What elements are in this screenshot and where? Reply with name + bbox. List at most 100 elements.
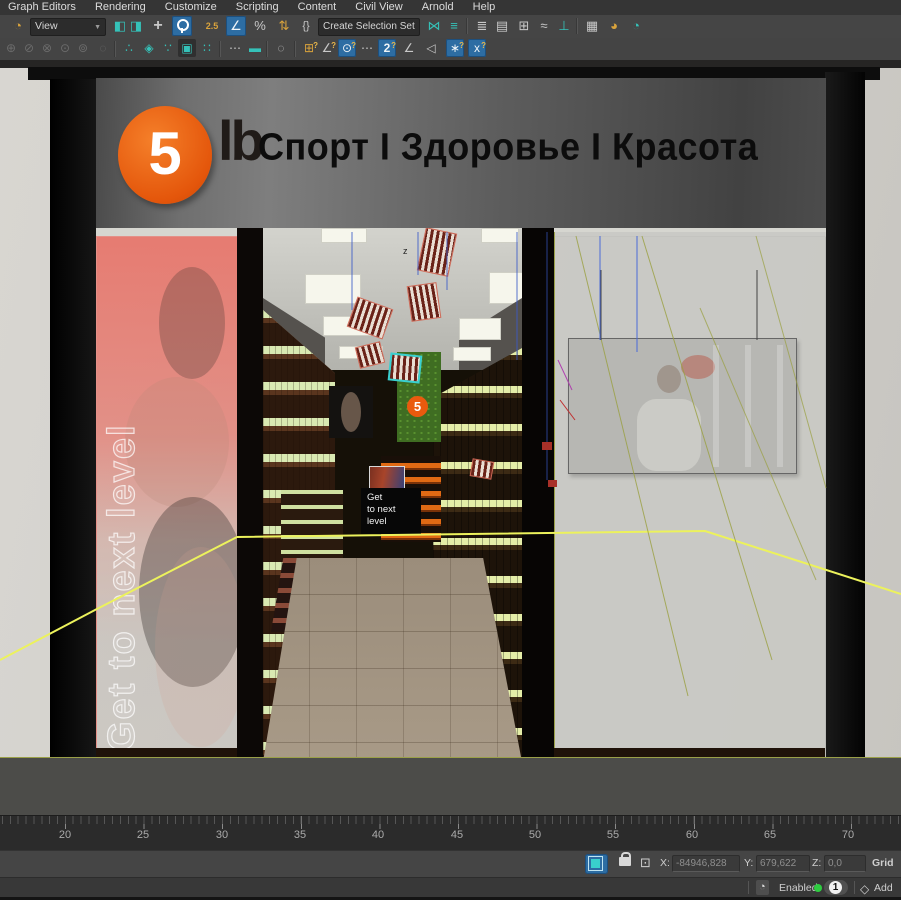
- two-point-snap-icon[interactable]: ⋯: [358, 39, 376, 57]
- gizmo-toggle-icon[interactable]: ◈: [140, 39, 158, 57]
- menu-help[interactable]: Help: [465, 0, 504, 15]
- scene-explorer-icon[interactable]: ▤: [492, 16, 512, 36]
- interior-floor: [263, 558, 522, 757]
- transform-gizmo-icon[interactable]: ⊡: [640, 855, 651, 871]
- menu-graph-editors[interactable]: Graph Editors: [0, 0, 84, 15]
- render-sphere-icon[interactable]: ◔: [756, 880, 769, 895]
- disabled-tool-icon-2[interactable]: ⊘: [20, 39, 38, 57]
- poster-figure-head: [159, 267, 225, 379]
- snap-2d-icon[interactable]: 2?: [378, 39, 396, 57]
- curve-editor-icon[interactable]: ⊞: [514, 16, 534, 36]
- timeline-tick-label: 50: [520, 829, 550, 841]
- interior-poster: [329, 386, 373, 438]
- align-icon[interactable]: ≡: [444, 16, 464, 36]
- menu-arnold[interactable]: Arnold: [414, 0, 462, 15]
- dashed-circle-icon[interactable]: ◌: [272, 39, 290, 57]
- y-coordinate-label: Y:: [744, 857, 753, 869]
- spinner-snap-icon[interactable]: ⇅: [274, 16, 294, 36]
- snap-points-icon[interactable]: ∴: [120, 39, 138, 57]
- snap-atom-icon[interactable]: ∷: [198, 39, 216, 57]
- selection-lock-icon[interactable]: [619, 857, 631, 866]
- select-and-move-icon[interactable]: +: [148, 16, 168, 36]
- ceiling-light: [321, 228, 367, 243]
- x-coordinate-field[interactable]: -84946,828: [672, 855, 740, 872]
- hanging-sign-box: [470, 458, 495, 480]
- sign-title-text: Спорт I Здоровье I Красота: [258, 125, 818, 170]
- toolbar-separator: [576, 18, 578, 34]
- percent-snap-icon[interactable]: %: [250, 16, 270, 36]
- hanging-tv-screen: [568, 338, 797, 474]
- sign-line: to next: [367, 504, 421, 516]
- reference-coordinate-dropdown[interactable]: View ▼: [30, 18, 106, 36]
- rendered-frame-window-icon[interactable]: ▦: [582, 16, 602, 36]
- timeline-tick-label: 20: [50, 829, 80, 841]
- mirror-icon[interactable]: ⋈: [424, 16, 444, 36]
- keyhole-icon: [177, 19, 189, 31]
- angle-measure-icon[interactable]: ∠: [400, 39, 418, 57]
- point-snap-icon[interactable]: ⊙?: [338, 39, 356, 57]
- get-to-next-level-sign: Get to next level: [361, 488, 421, 534]
- paint-select-icon[interactable]: ∵: [159, 39, 177, 57]
- scene-states-icon[interactable]: ◔: [8, 16, 28, 36]
- isolate-selection-button[interactable]: [585, 854, 608, 874]
- selected-hanging-sign-box[interactable]: [388, 352, 423, 383]
- disabled-tool-icon-3[interactable]: ⊗: [38, 39, 56, 57]
- count-badge[interactable]: 1: [824, 880, 848, 895]
- select-and-place-icon[interactable]: [172, 16, 192, 36]
- timeline-tick-label: 65: [755, 829, 785, 841]
- grid-dots-icon[interactable]: ⋯: [226, 39, 244, 57]
- menu-content[interactable]: Content: [290, 0, 345, 15]
- grid-snap-icon[interactable]: ⊞?: [300, 39, 318, 57]
- enabled-status-dot: [814, 884, 822, 892]
- angle-snap-icon[interactable]: ∠: [226, 16, 246, 36]
- cone-tool-icon[interactable]: ◁: [422, 39, 440, 57]
- doorway-right-frame: [522, 228, 554, 757]
- doorway-left-frame: [237, 228, 264, 757]
- left-window-poster: Get to next level: [96, 236, 239, 759]
- add-button[interactable]: Add: [874, 882, 893, 894]
- render-production-teapot-icon[interactable]: ◕: [604, 16, 624, 36]
- bar-tool-icon[interactable]: ▬: [246, 39, 264, 57]
- menu-rendering[interactable]: Rendering: [87, 0, 154, 15]
- named-selection-sets-icon[interactable]: {}: [296, 16, 316, 36]
- tv-figure-head: [657, 365, 681, 393]
- ceiling-light: [459, 318, 501, 340]
- disabled-tool-icon-6[interactable]: ◌: [94, 39, 112, 57]
- timeline-tick-label: 30: [207, 829, 237, 841]
- timeline-tick-label: 25: [128, 829, 158, 841]
- x-snap-icon[interactable]: x?: [468, 39, 486, 57]
- timeline-ruler[interactable]: 20 25 30 35 40 45 50 55 60 65 70: [0, 815, 901, 851]
- z-coordinate-field[interactable]: 0,0: [824, 855, 866, 872]
- store-interior: 5 Get to next level z: [263, 228, 522, 757]
- question-badge: ?: [351, 37, 356, 55]
- grid-label: Grid: [872, 857, 894, 869]
- selection-region-icon[interactable]: ▣: [178, 39, 196, 57]
- disabled-tool-icon-4[interactable]: ⊙: [56, 39, 74, 57]
- hanging-sign-box: [407, 282, 442, 322]
- menu-customize[interactable]: Customize: [157, 0, 225, 15]
- y-coordinate-field[interactable]: 679,622: [756, 855, 810, 872]
- sign-line: level: [367, 516, 421, 528]
- angle-snap-2-icon[interactable]: ∠?: [318, 39, 336, 57]
- perspective-viewport[interactable]: 5 lb Спорт I Здоровье I Красота Get to n…: [0, 60, 901, 815]
- timeline-tick-label: 60: [677, 829, 707, 841]
- toolbar-separator: [219, 41, 221, 57]
- selection-set-value: Create Selection Set: [323, 21, 415, 32]
- toolbar-separator: [114, 41, 116, 57]
- menu-civil-view[interactable]: Civil View: [347, 0, 410, 15]
- selection-set-dropdown[interactable]: Create Selection Set ▼: [318, 18, 420, 36]
- chevron-down-icon: ▼: [94, 20, 101, 35]
- dope-sheet-icon[interactable]: ≈: [534, 16, 554, 36]
- menu-scripting[interactable]: Scripting: [228, 0, 287, 15]
- disabled-tool-icon-1[interactable]: ⊕: [2, 39, 20, 57]
- sparkle-snap-icon[interactable]: ∗?: [446, 39, 464, 57]
- disabled-tool-icon-5[interactable]: ⊚: [74, 39, 92, 57]
- render-setup-icon[interactable]: ⊥: [554, 16, 574, 36]
- activeshade-teapot-icon[interactable]: ◔: [626, 16, 646, 36]
- separator: [748, 881, 749, 894]
- x-coordinate-label: X:: [660, 857, 670, 869]
- package-icon[interactable]: ◇: [860, 882, 869, 896]
- layer-explorer-icon[interactable]: ≣: [472, 16, 492, 36]
- snaps-toggle-icon[interactable]: 2.5: [202, 16, 222, 36]
- use-selection-center-icon[interactable]: ◨: [126, 16, 146, 36]
